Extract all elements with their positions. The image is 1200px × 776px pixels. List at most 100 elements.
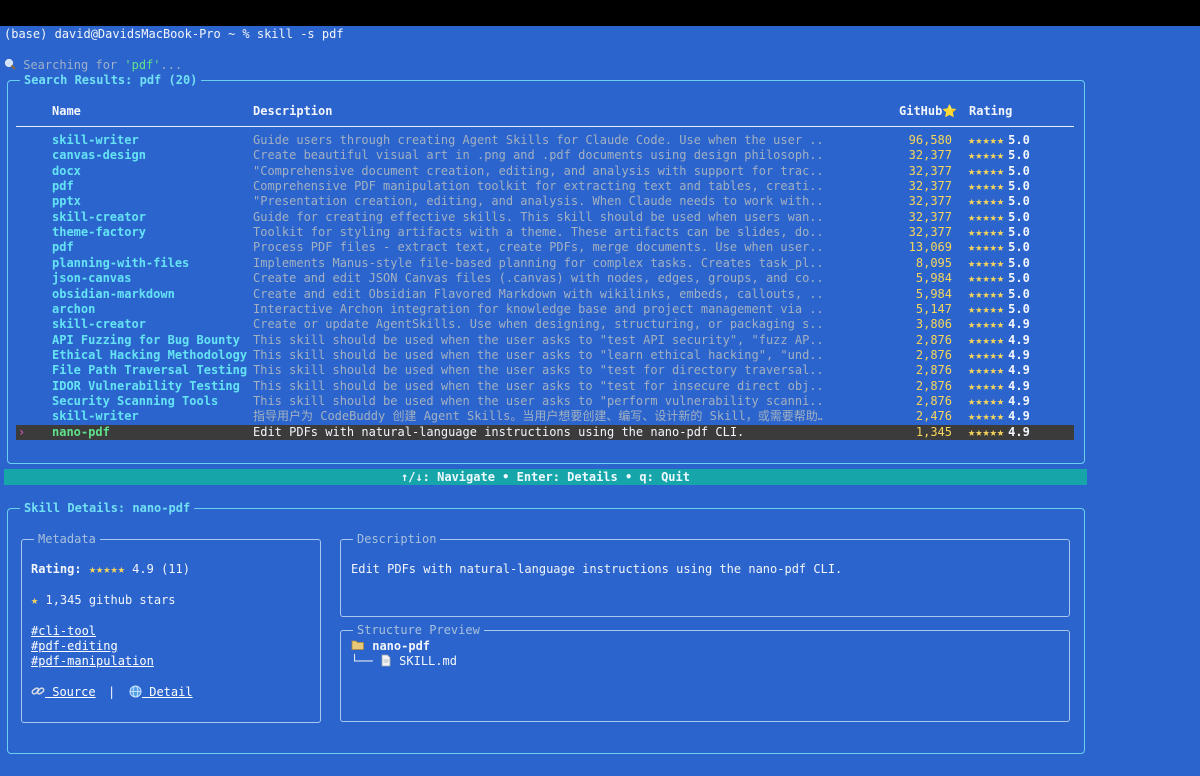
rating-value: 5.0 xyxy=(1008,194,1030,209)
result-rating: ★★★★★ 5.0 xyxy=(968,148,1030,163)
rating-label: Rating: xyxy=(31,562,82,576)
rating-value: 4.9 (11) xyxy=(132,562,190,576)
rating-value: 5.0 xyxy=(1008,148,1030,163)
metadata-github-stars: ★ 1,345 github stars xyxy=(31,593,176,607)
result-name: File Path Traversal Testing xyxy=(52,363,248,378)
result-name: planning-with-files xyxy=(52,255,190,270)
result-github-stars: 5,147 xyxy=(915,301,952,316)
result-row[interactable]: docx "Comprehensive document creation, ed… xyxy=(16,164,1074,179)
result-row[interactable]: planning-with-files Implements Manus-styl… xyxy=(16,256,1074,271)
result-row[interactable]: pptx "Presentation creation, editing, and… xyxy=(16,194,1074,209)
rating-value: 4.9 xyxy=(1008,363,1030,378)
rating-value: 4.9 xyxy=(1008,393,1030,408)
result-github-stars: 13,069 xyxy=(908,240,952,255)
result-github-stars: 2,476 xyxy=(915,409,952,424)
result-row[interactable]: canvas-design Create beautiful visual art… xyxy=(16,148,1074,163)
file-icon xyxy=(380,654,392,668)
result-row[interactable]: pdf Comprehensive PDF manipulation toolki… xyxy=(16,179,1074,194)
result-github-stars: 96,580 xyxy=(908,133,952,147)
rating-stars: ★★★★★ xyxy=(968,332,1005,347)
result-description: Toolkit for styling artifacts with a the… xyxy=(253,225,823,240)
tag-link[interactable]: #pdf-manipulation xyxy=(31,654,154,668)
result-github-stars: 32,377 xyxy=(908,148,952,163)
result-row[interactable]: skill-creator Create or update AgentSkill… xyxy=(16,317,1074,332)
detail-link[interactable]: Detail xyxy=(129,685,193,699)
result-github-stars: 5,984 xyxy=(915,286,952,301)
rating-stars: ★★★★★ xyxy=(968,301,1005,316)
rating-stars: ★★★★★ xyxy=(968,179,1005,194)
rating-value: 5.0 xyxy=(1008,209,1030,224)
result-description: Guide users through creating Agent Skill… xyxy=(253,133,823,147)
result-github-stars: 32,377 xyxy=(908,225,952,240)
result-github-stars: 3,806 xyxy=(915,317,952,332)
structure-file: └── SKILL.md xyxy=(351,654,457,668)
github-stars-text: 1,345 github stars xyxy=(45,593,176,607)
result-row[interactable]: IDOR Vulnerability Testing This skill sho… xyxy=(16,379,1074,394)
result-description: Interactive Archon integration for knowl… xyxy=(253,301,823,316)
result-row[interactable]: skill-creator Guide for creating effectiv… xyxy=(16,210,1074,225)
command-line: (base) david@DavidsMacBook-Pro ~ % skill… xyxy=(4,27,344,41)
result-name: pdf xyxy=(52,179,74,194)
tag-link[interactable]: #cli-tool xyxy=(31,624,96,638)
result-row[interactable]: Security Scanning Tools This skill should… xyxy=(16,394,1074,409)
rating-value: 5.0 xyxy=(1008,255,1030,270)
rating-value: 5.0 xyxy=(1008,240,1030,255)
result-github-stars: 2,876 xyxy=(915,378,952,393)
result-row[interactable]: skill-writer 指导用户为 CodeBuddy 创建 Agent Ski… xyxy=(16,409,1074,424)
metadata-title: Metadata xyxy=(34,532,100,546)
result-rating: ★★★★★ 5.0 xyxy=(968,225,1030,240)
result-row[interactable]: Ethical Hacking Methodology This skill sh… xyxy=(16,348,1074,363)
result-rating: ★★★★★ 5.0 xyxy=(968,179,1030,194)
rating-stars: ★★★★★ xyxy=(968,424,1005,439)
search-results-title: Search Results: pdf (20) xyxy=(20,73,202,87)
description-text: Edit PDFs with natural-language instruct… xyxy=(351,562,843,576)
result-description: Create or update AgentSkills. Use when d… xyxy=(253,317,823,332)
link-icon xyxy=(31,685,45,699)
rating-stars: ★★★★★ xyxy=(968,409,1005,424)
result-row[interactable]: archon Interactive Archon integration for… xyxy=(16,302,1074,317)
result-rating: ★★★★★ 4.9 xyxy=(968,317,1030,332)
folder-name: nano-pdf xyxy=(372,639,431,653)
result-rating: ★★★★★ 5.0 xyxy=(968,133,1030,148)
result-row[interactable]: File Path Traversal Testing This skill sh… xyxy=(16,363,1074,378)
result-row[interactable]: theme-factory Toolkit for styling artifac… xyxy=(16,225,1074,240)
result-row[interactable]: › nano-pdf Edit PDFs with natural-language… xyxy=(16,424,1074,440)
result-github-stars: 2,876 xyxy=(915,332,952,347)
file-name: SKILL.md xyxy=(399,654,457,668)
result-description: Implements Manus-style file-based planni… xyxy=(253,255,823,270)
result-rating: ★★★★★ 5.0 xyxy=(968,164,1030,179)
result-description: Create beautiful visual art in .png and … xyxy=(253,148,823,163)
source-link[interactable]: Source xyxy=(31,685,96,699)
detail-label: Detail xyxy=(149,685,193,699)
rating-value: 5.0 xyxy=(1008,271,1030,286)
rating-stars: ★★★★★ xyxy=(968,194,1005,209)
result-row[interactable]: skill-writer Guide users through creating… xyxy=(16,133,1074,148)
result-name: theme-factory xyxy=(52,225,146,240)
result-github-stars: 2,876 xyxy=(915,393,952,408)
rating-stars: ★★★★★ xyxy=(968,378,1005,393)
result-rating: ★★★★★ 5.0 xyxy=(968,194,1030,209)
rating-value: 5.0 xyxy=(1008,133,1030,147)
link-separator: | xyxy=(108,685,116,699)
rating-value: 5.0 xyxy=(1008,301,1030,316)
tag-link[interactable]: #pdf-editing xyxy=(31,639,118,653)
column-header-github-stars: GitHub⭐ xyxy=(899,104,958,118)
result-row[interactable]: obsidian-markdown Create and edit Obsidia… xyxy=(16,287,1074,302)
result-row[interactable]: API Fuzzing for Bug Bounty This skill sho… xyxy=(16,333,1074,348)
result-name: Ethical Hacking Methodology xyxy=(52,347,248,362)
searching-query: 'pdf' xyxy=(124,58,161,72)
result-description: This skill should be used when the user … xyxy=(253,363,823,378)
result-name: json-canvas xyxy=(52,271,132,286)
result-description: Comprehensive PDF manipulation toolkit f… xyxy=(253,179,823,194)
result-name: IDOR Vulnerability Testing xyxy=(52,378,240,393)
result-row[interactable]: json-canvas Create and edit JSON Canvas f… xyxy=(16,271,1074,286)
result-row[interactable]: pdf Process PDF files - extract text, cre… xyxy=(16,240,1074,255)
window-top-bar xyxy=(0,0,1200,26)
tree-branch: └── xyxy=(351,654,373,668)
header-divider xyxy=(16,126,1074,127)
globe-icon xyxy=(129,685,142,699)
structure-folder: nano-pdf xyxy=(351,639,430,653)
description-title: Description xyxy=(353,532,441,546)
result-github-stars: 32,377 xyxy=(908,163,952,178)
result-rating: ★★★★★ 4.9 xyxy=(968,363,1030,378)
